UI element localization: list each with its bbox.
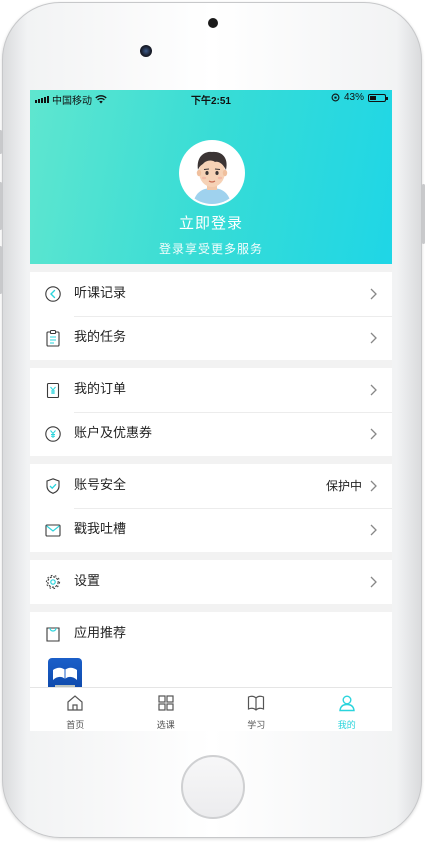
menu-item-label: 我的任务 (74, 330, 127, 345)
menu-group-orders: 我的订单 账户及优惠券 (30, 368, 392, 456)
tab-label: 学习 (247, 721, 266, 731)
earpiece (208, 18, 218, 28)
chevron-right-icon (370, 524, 377, 536)
book-icon (248, 695, 265, 711)
battery-icon (368, 93, 388, 102)
chevron-right-icon (370, 332, 377, 344)
tab-label: 选课 (156, 721, 175, 731)
tab-home[interactable]: 首页 (30, 688, 121, 731)
menu-item-label: 听课记录 (74, 286, 127, 301)
chevron-right-icon (370, 384, 377, 396)
home-icon (67, 695, 83, 711)
avatar[interactable] (179, 140, 245, 206)
menu-item-listening-history[interactable]: 听课记录 (30, 272, 392, 316)
app-screen: 中国移动 下午2:51 43% 立即登录 登录享受更多服务 听课记录 我的任务 … (30, 90, 392, 731)
tab-study[interactable]: 学习 (211, 688, 302, 731)
menu-item-feedback[interactable]: 戳我吐槽 (30, 508, 392, 552)
menu-item-label: 设置 (74, 574, 101, 589)
front-camera (140, 45, 152, 57)
power-button (422, 184, 425, 244)
history-icon (45, 286, 61, 302)
home-button[interactable] (181, 755, 245, 819)
tab-mine[interactable]: 我的 (302, 688, 393, 731)
menu-item-account-coupons[interactable]: 账户及优惠券 (30, 412, 392, 456)
status-bar: 中国移动 下午2:51 43% (30, 90, 392, 107)
avatar-illustration (181, 142, 243, 204)
bag-icon (46, 627, 60, 642)
chevron-right-icon (370, 428, 377, 440)
feedback-icon (45, 524, 61, 537)
menu-item-label: 账号安全 (74, 478, 127, 493)
menu-item-label: 应用推荐 (74, 626, 127, 641)
coupon-icon (45, 426, 61, 442)
menu-item-label: 账户及优惠券 (74, 426, 153, 441)
order-icon (46, 382, 60, 399)
login-button[interactable]: 立即登录 (30, 212, 392, 233)
clipboard-icon (46, 330, 60, 347)
tab-label: 我的 (337, 721, 356, 731)
volume-down-button (0, 246, 2, 294)
menu-item-my-orders[interactable]: 我的订单 (30, 368, 392, 412)
user-icon (338, 695, 355, 712)
menu-group-account: 账号安全 保护中 戳我吐槽 (30, 464, 392, 552)
chevron-right-icon (370, 480, 377, 492)
security-status: 保护中 (325, 479, 362, 493)
shield-icon (46, 478, 60, 494)
menu-item-label: 我的订单 (74, 382, 127, 397)
menu-group-settings: 设置 (30, 560, 392, 604)
tab-courses[interactable]: 选课 (121, 688, 212, 731)
menu-item-account-security[interactable]: 账号安全 保护中 (30, 464, 392, 508)
volume-up-button (0, 182, 2, 230)
menu-group-app-recommend: 应用推荐 (30, 612, 392, 687)
menu-item-label: 戳我吐槽 (74, 522, 127, 537)
menu-item-settings[interactable]: 设置 (30, 560, 392, 604)
chevron-right-icon (370, 576, 377, 588)
profile-header: 中国移动 下午2:51 43% 立即登录 登录享受更多服务 (30, 90, 392, 264)
battery-percent: 43% (343, 92, 364, 103)
menu-group-learning: 听课记录 我的任务 (30, 272, 392, 360)
login-subtitle: 登录享受更多服务 (158, 242, 263, 256)
mute-switch (0, 130, 2, 154)
tab-bar: 首页 选课 学习 我的 (30, 687, 392, 731)
menu-item-my-tasks[interactable]: 我的任务 (30, 316, 392, 360)
orientation-lock-icon (331, 93, 340, 102)
grid-icon (158, 695, 174, 711)
gear-icon (45, 574, 61, 590)
menu-item-app-recommend[interactable]: 应用推荐 (30, 612, 392, 656)
chevron-right-icon (370, 288, 377, 300)
tab-label: 首页 (66, 721, 85, 731)
